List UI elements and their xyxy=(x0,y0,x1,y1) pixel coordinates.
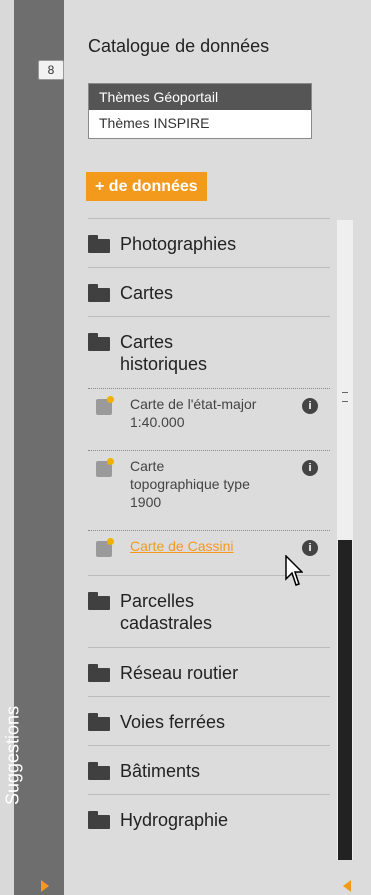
mouse-cursor-icon xyxy=(285,555,303,586)
folder-icon xyxy=(88,811,110,829)
suggestions-sidebar[interactable]: 8 Suggestions xyxy=(2,0,64,895)
layer-row-etat-major[interactable]: Carte de l'état-major 1:40.000 i xyxy=(88,388,330,450)
folder-icon xyxy=(88,664,110,682)
folder-label: Voies ferrées xyxy=(120,712,226,732)
folder-row-batiments[interactable]: Bâtiments xyxy=(88,745,330,794)
layer-label: Carte de l'état-major 1:40.000 xyxy=(130,396,257,430)
folder-label: Hydrographie xyxy=(120,810,229,830)
folder-row-reseau-routier[interactable]: Réseau routier xyxy=(88,647,330,696)
info-icon[interactable]: i xyxy=(302,398,318,414)
expand-arrow-icon[interactable] xyxy=(41,880,49,892)
info-icon[interactable]: i xyxy=(302,540,318,556)
folder-icon xyxy=(88,284,110,302)
info-icon[interactable]: i xyxy=(302,460,318,476)
folder-label: Cartes xyxy=(120,283,174,303)
catalog-title: Catalogue de données xyxy=(88,36,270,56)
folder-icon xyxy=(88,235,110,253)
folder-icon xyxy=(88,592,110,610)
add-layer-icon[interactable] xyxy=(96,538,114,557)
scrollbar-thumb[interactable] xyxy=(338,540,352,860)
theme-tabs: Thèmes Géoportail Thèmes INSPIRE xyxy=(88,83,312,139)
tab-themes-geoportail[interactable]: Thèmes Géoportail xyxy=(89,84,311,110)
folder-row-hydrographie[interactable]: Hydrographie xyxy=(88,794,330,843)
folder-label: Parcelles cadastrales xyxy=(120,591,213,633)
tab-themes-inspire[interactable]: Thèmes INSPIRE xyxy=(89,110,311,136)
folder-label: Réseau routier xyxy=(120,663,239,683)
collapse-arrow-icon[interactable] xyxy=(343,880,351,892)
folder-label: Cartes historiques xyxy=(120,332,208,374)
scrollbar-grip-icon xyxy=(342,392,348,402)
folder-row-cartes[interactable]: Cartes xyxy=(88,267,330,316)
folder-label: Photographies xyxy=(120,234,237,254)
folder-open-icon xyxy=(88,333,110,351)
folder-icon xyxy=(88,762,110,780)
suggestions-count-badge: 8 xyxy=(38,60,64,80)
layer-label: Carte topographique type 1900 xyxy=(130,458,250,510)
more-data-button[interactable]: + de données xyxy=(86,172,207,201)
catalog-list: Photographies Cartes Cartes historiques … xyxy=(88,218,330,843)
folder-icon xyxy=(88,713,110,731)
layer-link[interactable]: Carte de Cassini xyxy=(130,537,310,555)
add-layer-icon[interactable] xyxy=(96,396,114,415)
layer-row-topographique[interactable]: Carte topographique type 1900 i xyxy=(88,450,330,530)
folder-row-voies-ferrees[interactable]: Voies ferrées xyxy=(88,696,330,745)
add-layer-icon[interactable] xyxy=(96,458,114,477)
folder-label: Bâtiments xyxy=(120,761,201,781)
folder-row-cartes-historiques[interactable]: Cartes historiques xyxy=(88,316,330,388)
folder-row-photographies[interactable]: Photographies xyxy=(88,218,330,267)
suggestions-label[interactable]: Suggestions xyxy=(2,706,23,805)
catalog-window: 8 Suggestions Catalogue de données Thème… xyxy=(0,0,371,895)
